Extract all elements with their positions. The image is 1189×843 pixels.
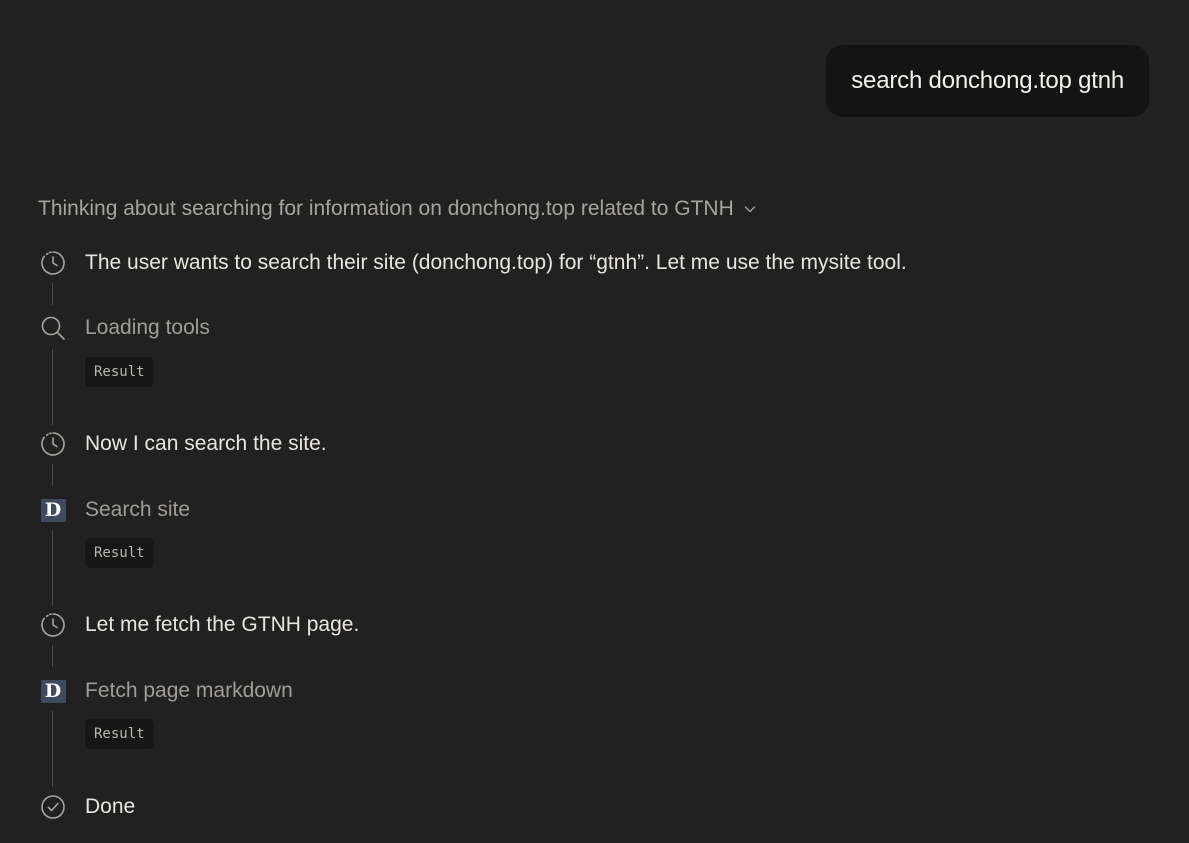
result-button[interactable]: Result — [85, 719, 154, 749]
done-label: Done — [85, 795, 136, 818]
thought-text: The user wants to search their site (don… — [85, 251, 907, 274]
timeline-connector — [52, 283, 53, 305]
check-circle-icon — [40, 794, 66, 820]
chevron-down-icon — [743, 202, 757, 216]
d-logo-icon: D — [40, 678, 66, 704]
d-logo-letter: D — [40, 679, 66, 703]
thought-text: Now I can search the site. — [85, 432, 327, 455]
user-message-text: search donchong.top gtnh — [851, 67, 1124, 94]
search-icon — [40, 315, 66, 341]
tool-step-label[interactable]: Fetch page markdown — [85, 678, 293, 704]
user-message-bubble: search donchong.top gtnh — [826, 45, 1149, 117]
tool-step-label[interactable]: Search site — [85, 497, 190, 523]
timeline-connector — [52, 349, 53, 425]
tool-step-label[interactable]: Loading tools — [85, 315, 210, 341]
timeline-connector — [52, 530, 53, 606]
clock-icon — [40, 431, 66, 457]
clock-icon — [40, 612, 66, 638]
timeline-connector — [52, 711, 53, 787]
d-logo-icon: D — [40, 497, 66, 523]
thinking-toggle[interactable]: Thinking about searching for information… — [38, 197, 757, 221]
timeline-connector — [52, 645, 53, 667]
thinking-header-label: Thinking about searching for information… — [38, 197, 734, 220]
timeline-connector — [52, 464, 53, 486]
thought-text: Let me fetch the GTNH page. — [85, 613, 360, 636]
thinking-timeline: The user wants to search their site (don… — [0, 0, 1189, 843]
result-button[interactable]: Result — [85, 538, 154, 568]
clock-icon — [40, 250, 66, 276]
d-logo-letter: D — [40, 498, 66, 522]
result-button[interactable]: Result — [85, 357, 154, 387]
